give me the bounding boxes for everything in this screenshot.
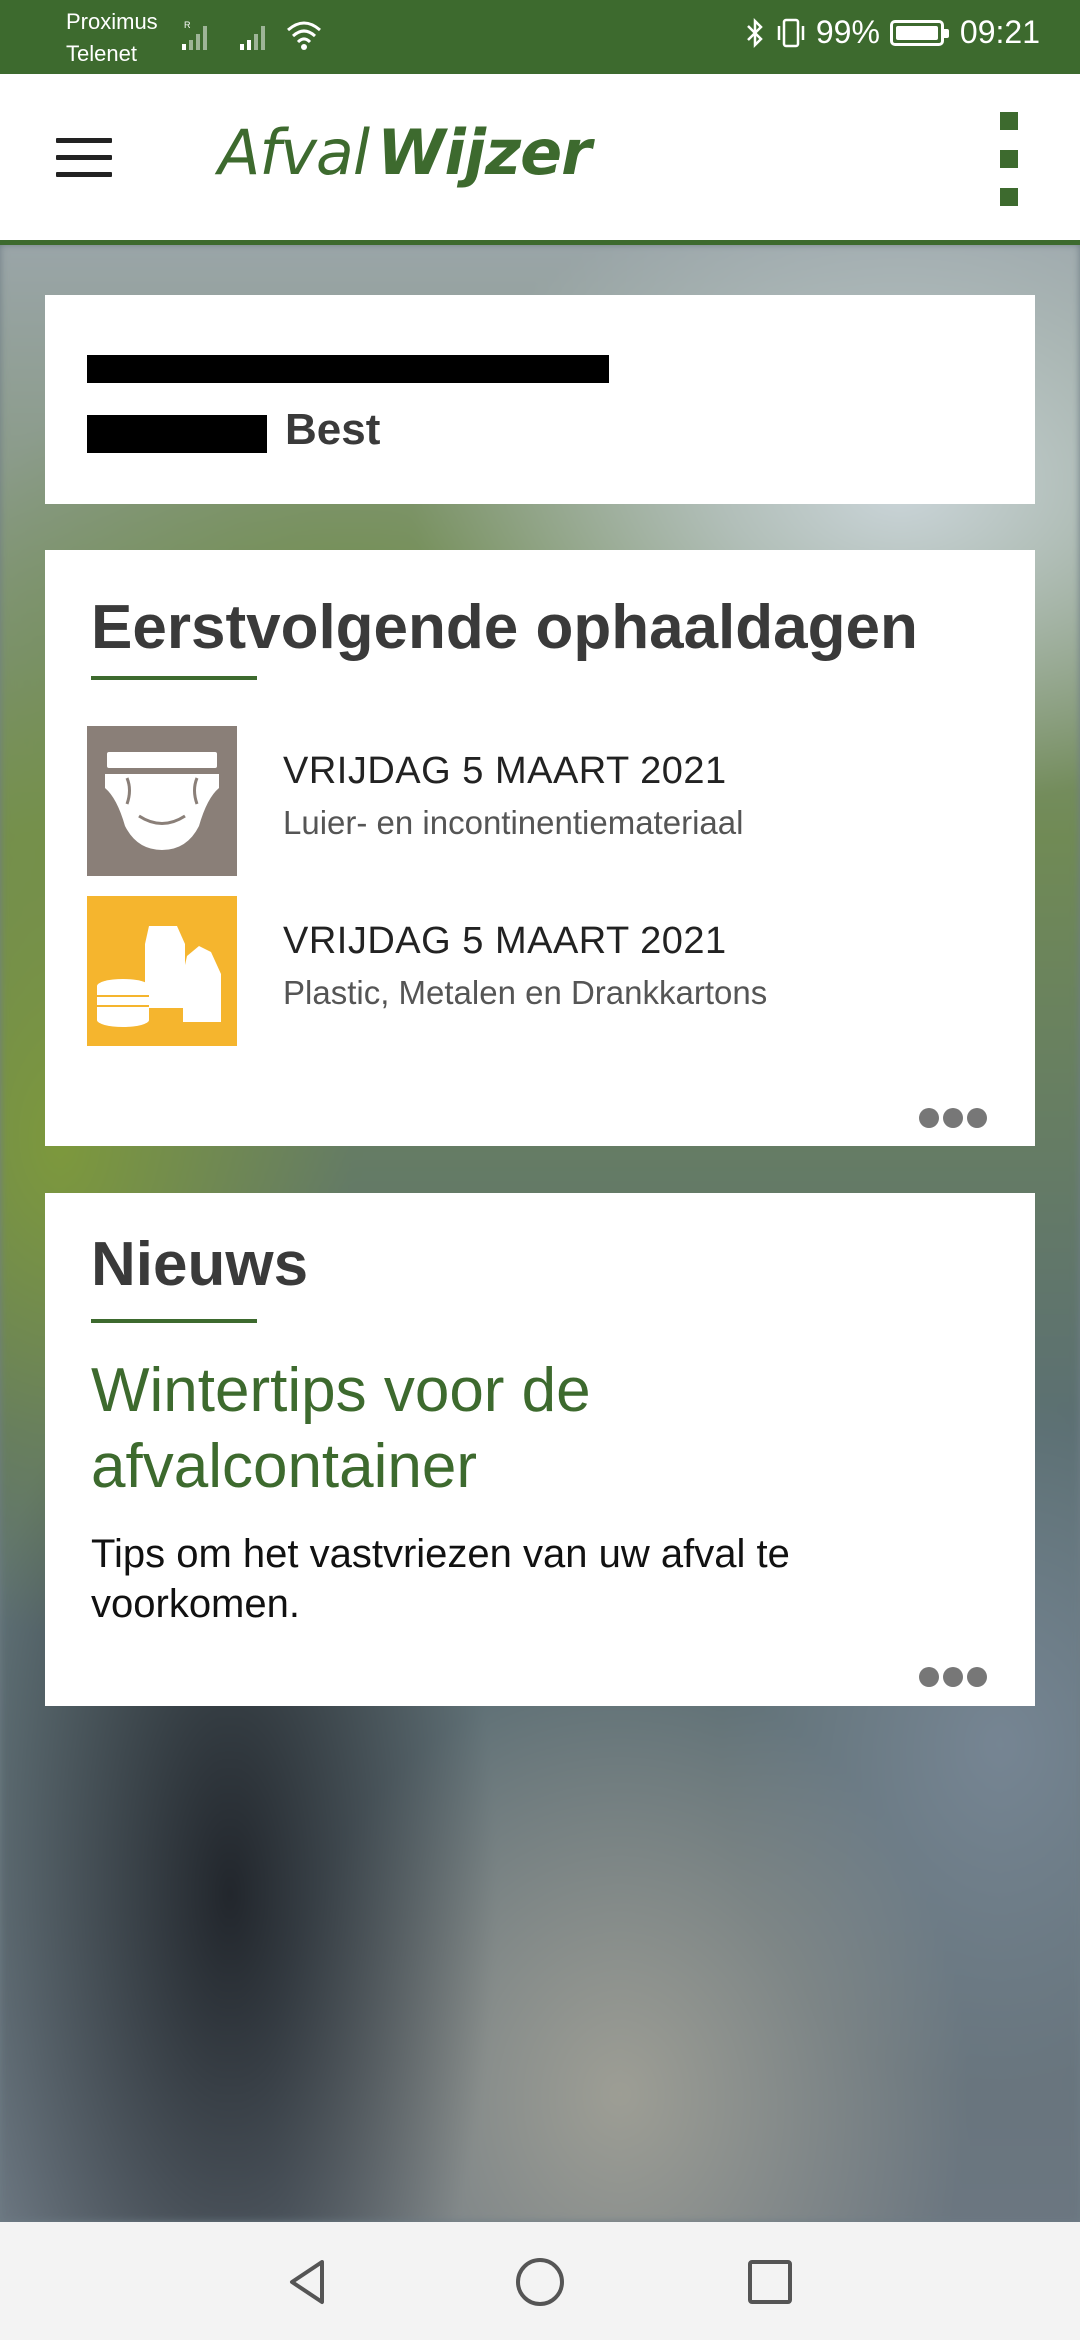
app-bar: Afval Wijzer [0, 74, 1080, 245]
battery-icon [889, 19, 949, 46]
carrier-1: Proximus [66, 9, 158, 34]
address-card[interactable]: Best [45, 295, 1035, 504]
news-title: Nieuws [91, 1230, 309, 1299]
carrier-names: Proximus Telenet [66, 6, 158, 70]
more-dots-icon[interactable] [919, 1667, 987, 1689]
list-item[interactable]: VRIJDAG 5 MAART 2021 Luier- en incontine… [87, 726, 987, 876]
pickup-card: Eerstvolgende ophaaldagen VRIJDAG 5 MAAR… [45, 550, 1035, 1146]
navigation-bar [0, 2222, 1080, 2340]
signal-icon: R [182, 20, 207, 50]
back-icon[interactable] [280, 2254, 336, 2310]
logo-part-2: Wijzer [377, 116, 592, 189]
address-city: Best [285, 405, 381, 454]
pickup-title: Eerstvolgende ophaaldagen [91, 593, 918, 662]
wifi-icon [287, 21, 321, 50]
carrier-2: Telenet [66, 41, 137, 66]
vibrate-icon [777, 18, 805, 47]
diaper-icon [87, 726, 237, 876]
plastic-metal-carton-icon [87, 896, 237, 1046]
clock: 09:21 [959, 14, 1040, 50]
pickup-date: VRIJDAG 5 MAART 2021 [283, 920, 727, 962]
status-bar: Proximus Telenet R 99% 09:21 [0, 0, 1080, 74]
pickup-date: VRIJDAG 5 MAART 2021 [283, 750, 727, 792]
pickup-type: Plastic, Metalen en Drankkartons [283, 974, 768, 1011]
recents-icon[interactable] [742, 2254, 798, 2310]
logo-part-1: Afval [218, 116, 370, 189]
hamburger-icon[interactable] [56, 138, 112, 177]
svg-text:R: R [184, 20, 191, 30]
list-item[interactable]: VRIJDAG 5 MAART 2021 Plastic, Metalen en… [87, 896, 987, 1046]
home-icon[interactable] [512, 2254, 568, 2310]
title-underline [91, 1319, 257, 1323]
app-logo: Afval Wijzer [218, 116, 592, 189]
more-dots-icon[interactable] [919, 1108, 987, 1130]
signal-icon [240, 26, 265, 50]
news-headline[interactable]: Wintertips voor de afvalcontainer [91, 1353, 971, 1505]
pickup-type: Luier- en incontinentiemateriaal [283, 804, 744, 841]
news-card[interactable]: Nieuws Wintertips voor de afvalcontainer… [45, 1193, 1035, 1706]
title-underline [91, 676, 257, 680]
redaction-bar [87, 355, 609, 383]
status-right: 99% 09:21 [744, 14, 1040, 51]
battery-percent: 99% [815, 14, 880, 50]
more-vert-icon[interactable] [1000, 112, 1020, 206]
redaction-bar [87, 415, 267, 453]
bluetooth-icon [746, 17, 763, 48]
news-summary: Tips om het vastvriezen van uw afval te … [91, 1532, 790, 1626]
